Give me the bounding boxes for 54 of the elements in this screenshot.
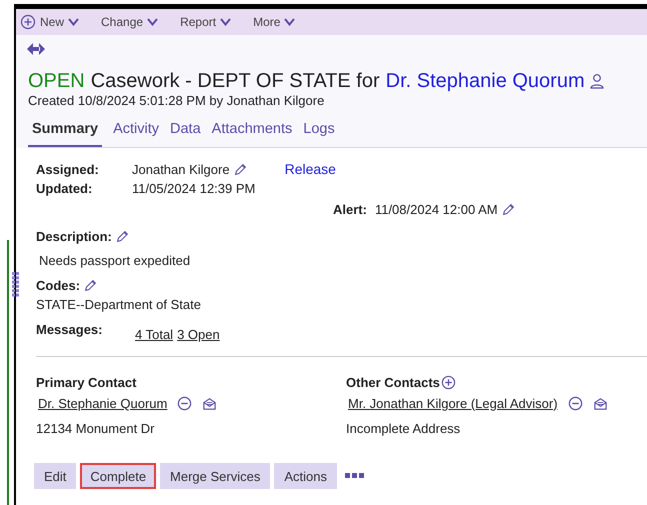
created-info: Created 10/8/2024 5:01:28 PM by Jonathan Kilgore [28,93,326,109]
description-text: Needs passport expedited [39,252,192,270]
messages-link[interactable]: 3 Open [177,324,220,344]
action-button[interactable]: Complete [80,463,156,490]
tab[interactable]: Logs [303,119,335,147]
release-link[interactable]: Release [284,160,336,179]
toolbar-menu-button[interactable]: New [20,13,80,31]
field-label: Alert: [333,200,367,219]
pencil-icon[interactable] [234,162,247,176]
envelope-icon[interactable] [202,396,218,411]
chevron-down-icon [147,18,158,26]
toolbar-menu-button[interactable]: More [253,13,296,31]
assigned-value: Jonathan Kilgore [132,160,230,179]
contact-link[interactable]: Mr. Jonathan Kilgore (Legal Advisor) [348,394,558,414]
section-heading: Other Contacts [346,374,440,392]
alert-value: 11/08/2024 12:00 AM [374,200,498,219]
codes-value: STATE--Department of State [36,296,202,314]
add-icon[interactable] [440,374,456,390]
remove-icon[interactable] [568,396,583,411]
action-button[interactable]: Merge Services [160,463,270,490]
case-title: Casework - DEPT OF STATE for [90,69,380,93]
drag-handle-icon[interactable] [12,272,20,298]
address-text: 12134 Monument Dr [36,420,156,438]
tab[interactable]: Attachments [212,119,292,147]
tab[interactable]: Activity [113,119,160,147]
field-label: Updated: [36,180,94,198]
contact-link[interactable]: Dr. Stephanie Quorum [38,394,168,414]
pencil-icon[interactable] [116,230,129,243]
chevron-down-icon [68,18,80,26]
address-text: Incomplete Address [346,420,462,438]
chevron-down-icon [284,18,296,26]
chevron-down-icon [220,18,232,26]
pencil-icon[interactable] [84,278,98,292]
remove-icon[interactable] [177,396,192,411]
messages-link[interactable]: 4 Total [135,324,174,344]
more-icon[interactable] [345,473,365,480]
tab[interactable]: Data [170,119,201,147]
action-button[interactable]: Actions [274,463,337,490]
resize-arrows-icon[interactable] [27,43,45,55]
field-label: Codes: [36,276,80,295]
pencil-icon[interactable] [502,202,515,216]
contact-link[interactable]: Dr. Stephanie Quorum [386,69,585,93]
add-icon[interactable] [20,14,36,30]
action-button[interactable]: Edit [34,463,76,490]
toolbar-menu-button[interactable]: Change [101,13,158,31]
field-label: Assigned: [36,160,100,179]
field-label: Description: [36,228,112,246]
status-label: OPEN [28,69,85,93]
toolbar-menu-button[interactable]: Report [180,13,232,31]
envelope-icon[interactable] [592,396,608,411]
section-heading: Primary Contact [36,374,138,392]
field-label: Messages: [36,320,104,339]
person-icon[interactable] [588,73,605,89]
updated-value: 11/05/2024 12:39 PM [132,180,256,198]
